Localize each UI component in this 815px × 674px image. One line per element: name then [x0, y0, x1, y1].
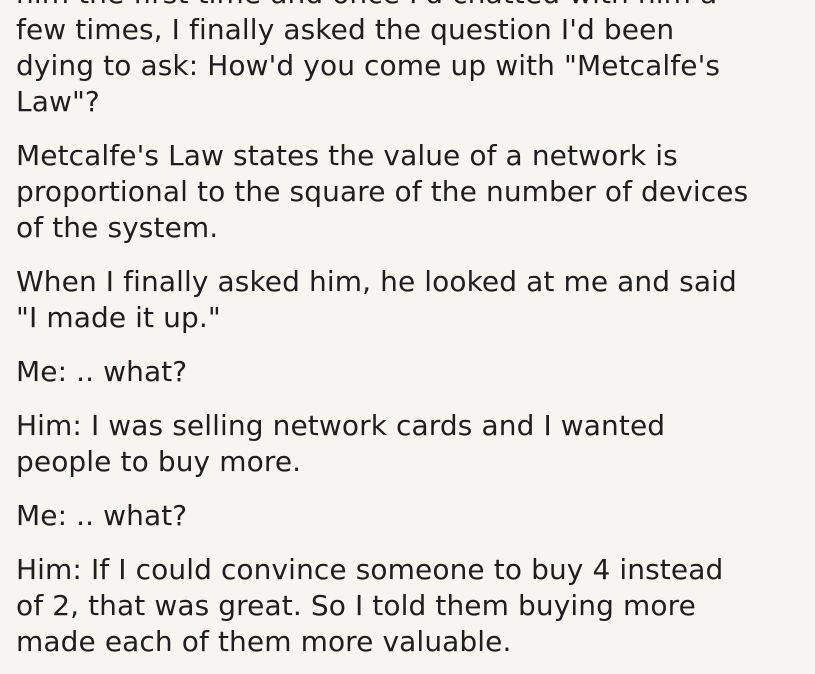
- text-line: proportional to the square of the number…: [16, 175, 749, 208]
- paragraph-answer: When I finally asked him, he looked at m…: [16, 264, 806, 336]
- text-line: of 2, that was great. So I told them buy…: [16, 589, 696, 622]
- text-line: Me: .. what?: [16, 499, 188, 532]
- text-line: When I finally asked him, he looked at m…: [16, 265, 737, 298]
- text-line: people to buy more.: [16, 445, 302, 478]
- text-line: made each of them more valuable.: [16, 625, 512, 658]
- paragraph-dialogue-him: Him: If I could convince someone to buy …: [16, 552, 806, 660]
- text-line: dying to ask: How'd you come up with "Me…: [16, 49, 721, 82]
- paragraph-definition: Metcalfe's Law states the value of a net…: [16, 138, 806, 246]
- text-line: of the system.: [16, 211, 219, 244]
- text-line: "I made it up.": [16, 301, 221, 334]
- text-line: Him: I was selling network cards and I w…: [16, 409, 666, 442]
- paragraph-dialogue-me: Me: .. what?: [16, 498, 806, 534]
- text-line: Metcalfe's Law states the value of a net…: [16, 139, 678, 172]
- paragraph-question: him the first time and once I'd chatted …: [16, 0, 806, 120]
- paragraph-dialogue-him: Him: I was selling network cards and I w…: [16, 408, 806, 480]
- text-line: him the first time and once I'd chatted …: [16, 0, 806, 12]
- text-line: Him: If I could convince someone to buy …: [16, 553, 724, 586]
- text-line: Me: .. what?: [16, 355, 188, 388]
- paragraph-dialogue-me: Me: .. what?: [16, 354, 806, 390]
- article-body: him the first time and once I'd chatted …: [16, 0, 806, 674]
- text-line: few times, I finally asked the question …: [16, 13, 675, 46]
- text-line: Law"?: [16, 85, 100, 118]
